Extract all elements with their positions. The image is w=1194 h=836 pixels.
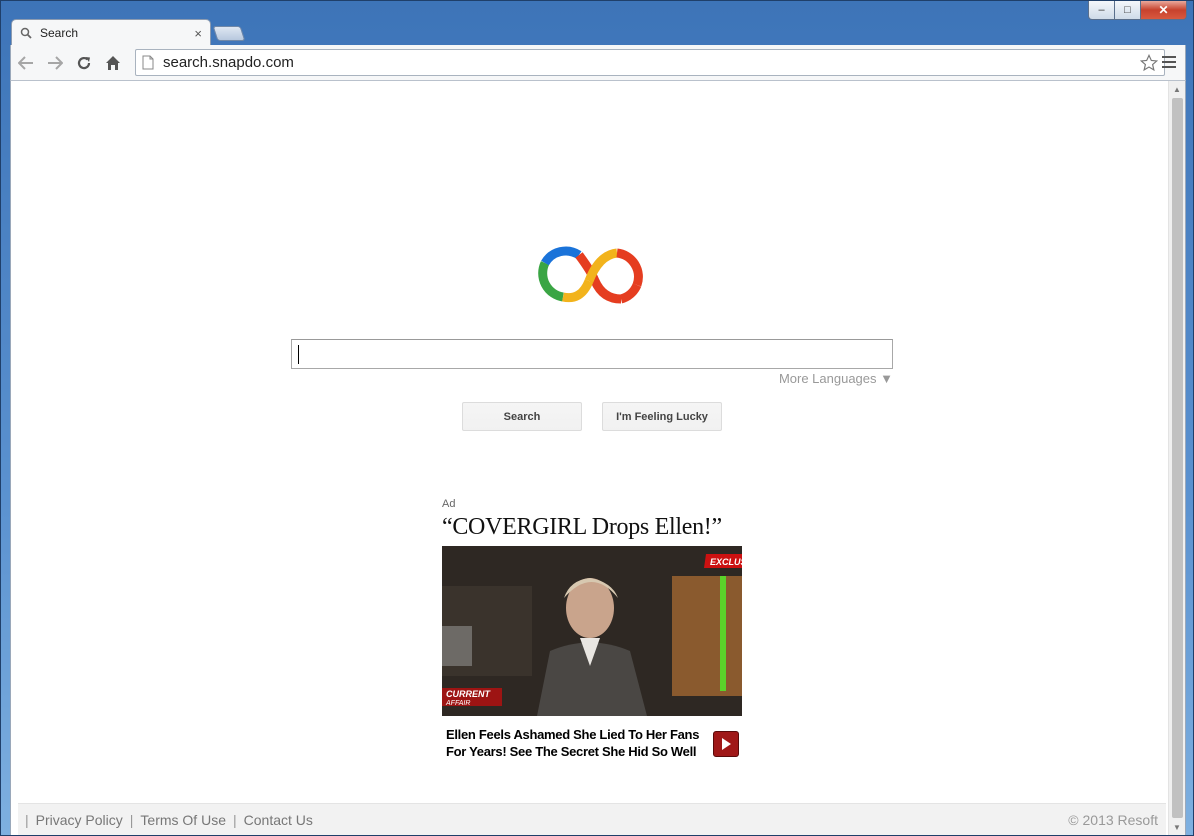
search-field[interactable] <box>292 340 892 368</box>
search-input[interactable] <box>291 339 893 369</box>
ad-overlay-affair: AFFAIR <box>445 700 470 707</box>
tab-title: Search <box>40 26 79 40</box>
back-arrow-icon[interactable] <box>12 49 40 77</box>
more-languages-link[interactable]: More Languages ▼ <box>731 371 893 386</box>
terms-of-use-link[interactable]: Terms Of Use <box>140 812 226 828</box>
vertical-scrollbar[interactable]: ▲ ▼ <box>1168 81 1185 835</box>
copyright-text: © 2013 Resoft <box>1068 811 1158 828</box>
ad-text-line2: For Years! See The Secret She Hid So Wel… <box>446 744 697 759</box>
text-caret <box>298 345 299 364</box>
footer-separator: | <box>25 811 29 828</box>
privacy-policy-link[interactable]: Privacy Policy <box>36 812 123 828</box>
scroll-down-arrow-icon[interactable]: ▼ <box>1169 819 1185 835</box>
search-icon <box>20 26 34 40</box>
play-icon[interactable] <box>713 731 739 757</box>
ad-headline[interactable]: “COVERGIRL Drops Ellen!” <box>442 514 742 544</box>
ad-video-thumbnail[interactable]: EXCLUS CURRENT AFFAIR <box>442 546 742 716</box>
address-bar[interactable]: search.snapdo.com <box>135 49 1165 76</box>
menu-icon[interactable] <box>1157 50 1181 74</box>
page-content: More Languages ▼ Search I'm Feeling Luck… <box>10 81 1186 835</box>
snapdo-logo <box>533 241 649 313</box>
window-controls: – □ ✕ <box>1088 1 1187 21</box>
maximize-button[interactable]: □ <box>1115 1 1141 20</box>
ad-overlay-exclusive: EXCLUS <box>710 557 742 567</box>
footer-separator: | <box>233 811 237 828</box>
tab-search[interactable]: Search × <box>11 19 211 46</box>
browser-toolbar: search.snapdo.com <box>10 45 1186 81</box>
reload-icon[interactable] <box>70 49 98 77</box>
tab-close-icon[interactable]: × <box>194 26 202 41</box>
forward-arrow-icon[interactable] <box>41 49 69 77</box>
close-window-button[interactable]: ✕ <box>1141 1 1187 20</box>
search-button[interactable]: Search <box>462 402 582 431</box>
minimize-button[interactable]: – <box>1088 1 1115 20</box>
footer-separator: | <box>129 811 134 828</box>
ad-text-line1: Ellen Feels Ashamed She Lied To Her Fans <box>446 727 700 742</box>
browser-window: – □ ✕ Search × search.snapdo.com More La… <box>0 0 1194 836</box>
ad-description[interactable]: Ellen Feels Ashamed She Lied To Her Fans… <box>446 726 716 760</box>
tab-strip: Search × <box>11 19 311 46</box>
contact-us-link[interactable]: Contact Us <box>244 812 313 828</box>
page-icon <box>142 55 156 71</box>
ad-label: Ad <box>442 498 456 510</box>
ad-overlay-current: CURRENT <box>446 689 492 699</box>
new-tab-button[interactable] <box>212 26 246 41</box>
url-text[interactable]: search.snapdo.com <box>163 54 1138 71</box>
scroll-thumb[interactable] <box>1172 98 1183 818</box>
scroll-up-arrow-icon[interactable]: ▲ <box>1169 81 1185 97</box>
page-footer: | Privacy Policy | Terms Of Use | Contac… <box>18 803 1166 835</box>
home-icon[interactable] <box>99 49 127 77</box>
feeling-lucky-button[interactable]: I'm Feeling Lucky <box>602 402 722 431</box>
